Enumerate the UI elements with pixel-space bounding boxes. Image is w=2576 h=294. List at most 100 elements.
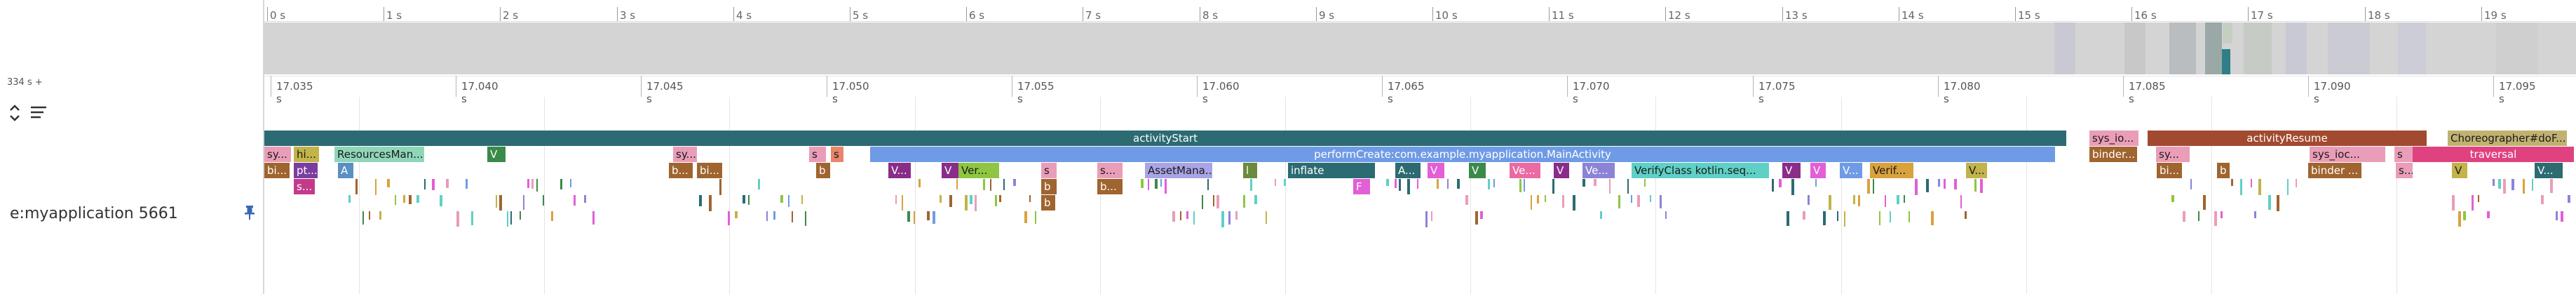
- minor-slice[interactable]: [2231, 179, 2233, 186]
- minor-slice[interactable]: [510, 211, 512, 225]
- minor-slice[interactable]: [1284, 179, 1286, 186]
- minor-slice[interactable]: [2268, 195, 2271, 210]
- slice[interactable]: Verif...: [1870, 163, 1913, 178]
- minor-slice[interactable]: [1243, 195, 1245, 208]
- minor-slice[interactable]: [1582, 179, 1585, 187]
- minor-slice[interactable]: [348, 195, 351, 203]
- minor-slice[interactable]: [1407, 179, 1410, 194]
- minor-slice[interactable]: [1791, 179, 1794, 195]
- minor-slice[interactable]: [1803, 211, 1805, 220]
- minor-slice[interactable]: [1787, 211, 1789, 226]
- minor-slice[interactable]: [2287, 179, 2289, 195]
- minor-slice[interactable]: [1873, 179, 1874, 194]
- minor-slice[interactable]: [1148, 179, 1149, 190]
- minor-slice[interactable]: [743, 195, 745, 203]
- minor-slice[interactable]: [719, 179, 721, 195]
- minor-slice[interactable]: [907, 211, 910, 222]
- slice[interactable]: sy...: [264, 147, 291, 162]
- minor-slice[interactable]: [2251, 179, 2252, 187]
- minor-slice[interactable]: [379, 211, 381, 220]
- slice[interactable]: bi...: [264, 163, 290, 178]
- minor-slice[interactable]: [1779, 179, 1782, 187]
- minor-slice[interactable]: [748, 195, 750, 205]
- minor-slice[interactable]: [1254, 195, 1257, 204]
- minor-slice[interactable]: [1627, 179, 1629, 194]
- minor-slice[interactable]: [446, 179, 449, 188]
- minor-slice[interactable]: [2541, 195, 2544, 204]
- slice[interactable]: V: [1469, 163, 1486, 178]
- slice[interactable]: V...: [2535, 163, 2563, 178]
- minor-slice[interactable]: [1519, 179, 1521, 192]
- minor-slice[interactable]: [1172, 211, 1175, 222]
- minor-slice[interactable]: [536, 179, 538, 192]
- minor-slice[interactable]: [709, 195, 712, 211]
- minor-slice[interactable]: [1024, 211, 1027, 223]
- slice[interactable]: V...: [888, 163, 911, 178]
- slice[interactable]: A: [338, 163, 353, 178]
- slice[interactable]: l: [1243, 163, 1257, 178]
- minor-slice[interactable]: [2498, 179, 2501, 189]
- slice[interactable]: V: [1554, 163, 1569, 178]
- minor-slice[interactable]: [520, 211, 521, 220]
- minor-slice[interactable]: [773, 211, 775, 220]
- minor-slice[interactable]: [2532, 179, 2533, 191]
- minor-slice[interactable]: [2240, 179, 2242, 195]
- minor-slice[interactable]: [1213, 195, 1214, 206]
- minor-slice[interactable]: [1909, 211, 1910, 222]
- slice[interactable]: b: [1041, 179, 1057, 194]
- slice[interactable]: Ve...: [1582, 163, 1615, 178]
- slice[interactable]: s: [809, 147, 826, 162]
- minor-slice[interactable]: [2487, 211, 2490, 218]
- minor-slice[interactable]: [1545, 195, 1546, 202]
- minor-slice[interactable]: [362, 211, 364, 225]
- pin-icon[interactable]: [244, 205, 255, 220]
- minor-slice[interactable]: [1266, 211, 1267, 224]
- slice-activity-start[interactable]: activityStart: [264, 131, 2066, 146]
- minor-slice[interactable]: [1944, 179, 1946, 189]
- minor-slice[interactable]: [1853, 195, 1855, 204]
- minor-slice[interactable]: [805, 211, 806, 226]
- minor-slice[interactable]: [456, 211, 459, 227]
- minor-slice[interactable]: [592, 211, 595, 225]
- minor-slice[interactable]: [990, 179, 991, 191]
- slice-verify-class[interactable]: VerifyClass kotlin.seq...: [1632, 163, 1769, 178]
- minor-slice[interactable]: [895, 195, 897, 204]
- minor-slice[interactable]: [409, 195, 412, 204]
- minor-slice[interactable]: [1141, 179, 1144, 188]
- minor-slice[interactable]: [2503, 179, 2506, 194]
- minor-slice[interactable]: [1437, 179, 1439, 189]
- slice-choreographer[interactable]: Choreographer#doF...: [2448, 131, 2567, 146]
- minor-slice[interactable]: [728, 211, 730, 225]
- minor-slice[interactable]: [1537, 195, 1539, 203]
- minor-slice[interactable]: [2472, 195, 2474, 211]
- minor-slice[interactable]: [1660, 195, 1662, 208]
- slice-traversal[interactable]: traversal: [2413, 147, 2574, 162]
- minor-slice[interactable]: [1931, 211, 1934, 225]
- minor-slice[interactable]: [507, 211, 508, 227]
- slice[interactable]: pt...: [294, 163, 318, 178]
- minor-slice[interactable]: [471, 211, 473, 225]
- minor-slice[interactable]: [1431, 211, 1432, 221]
- minor-slice[interactable]: [914, 211, 915, 224]
- minor-slice[interactable]: [1275, 179, 1276, 186]
- minor-slice[interactable]: [1395, 179, 1397, 188]
- minor-slice[interactable]: [1974, 179, 1977, 192]
- minor-slice[interactable]: [949, 195, 952, 207]
- slice[interactable]: sy...: [673, 147, 697, 162]
- minor-slice[interactable]: [1609, 179, 1611, 194]
- slice[interactable]: V: [1428, 163, 1444, 178]
- minor-slice[interactable]: [1003, 179, 1005, 190]
- minor-slice[interactable]: [395, 195, 396, 205]
- minor-slice[interactable]: [432, 179, 435, 190]
- minor-slice[interactable]: [1250, 179, 1252, 191]
- process-track[interactable]: activityStart sys_io... activityResume C…: [264, 97, 2576, 294]
- minor-slice[interactable]: [584, 195, 586, 203]
- minor-slice[interactable]: [2221, 211, 2223, 218]
- minor-slice[interactable]: [1228, 211, 1231, 225]
- slice[interactable]: bi...: [697, 163, 722, 178]
- slice[interactable]: V...: [1966, 163, 1987, 178]
- minor-slice[interactable]: [440, 195, 442, 206]
- minor-slice[interactable]: [2171, 195, 2174, 202]
- minor-slice[interactable]: [965, 195, 968, 211]
- minor-slice[interactable]: [1386, 179, 1389, 186]
